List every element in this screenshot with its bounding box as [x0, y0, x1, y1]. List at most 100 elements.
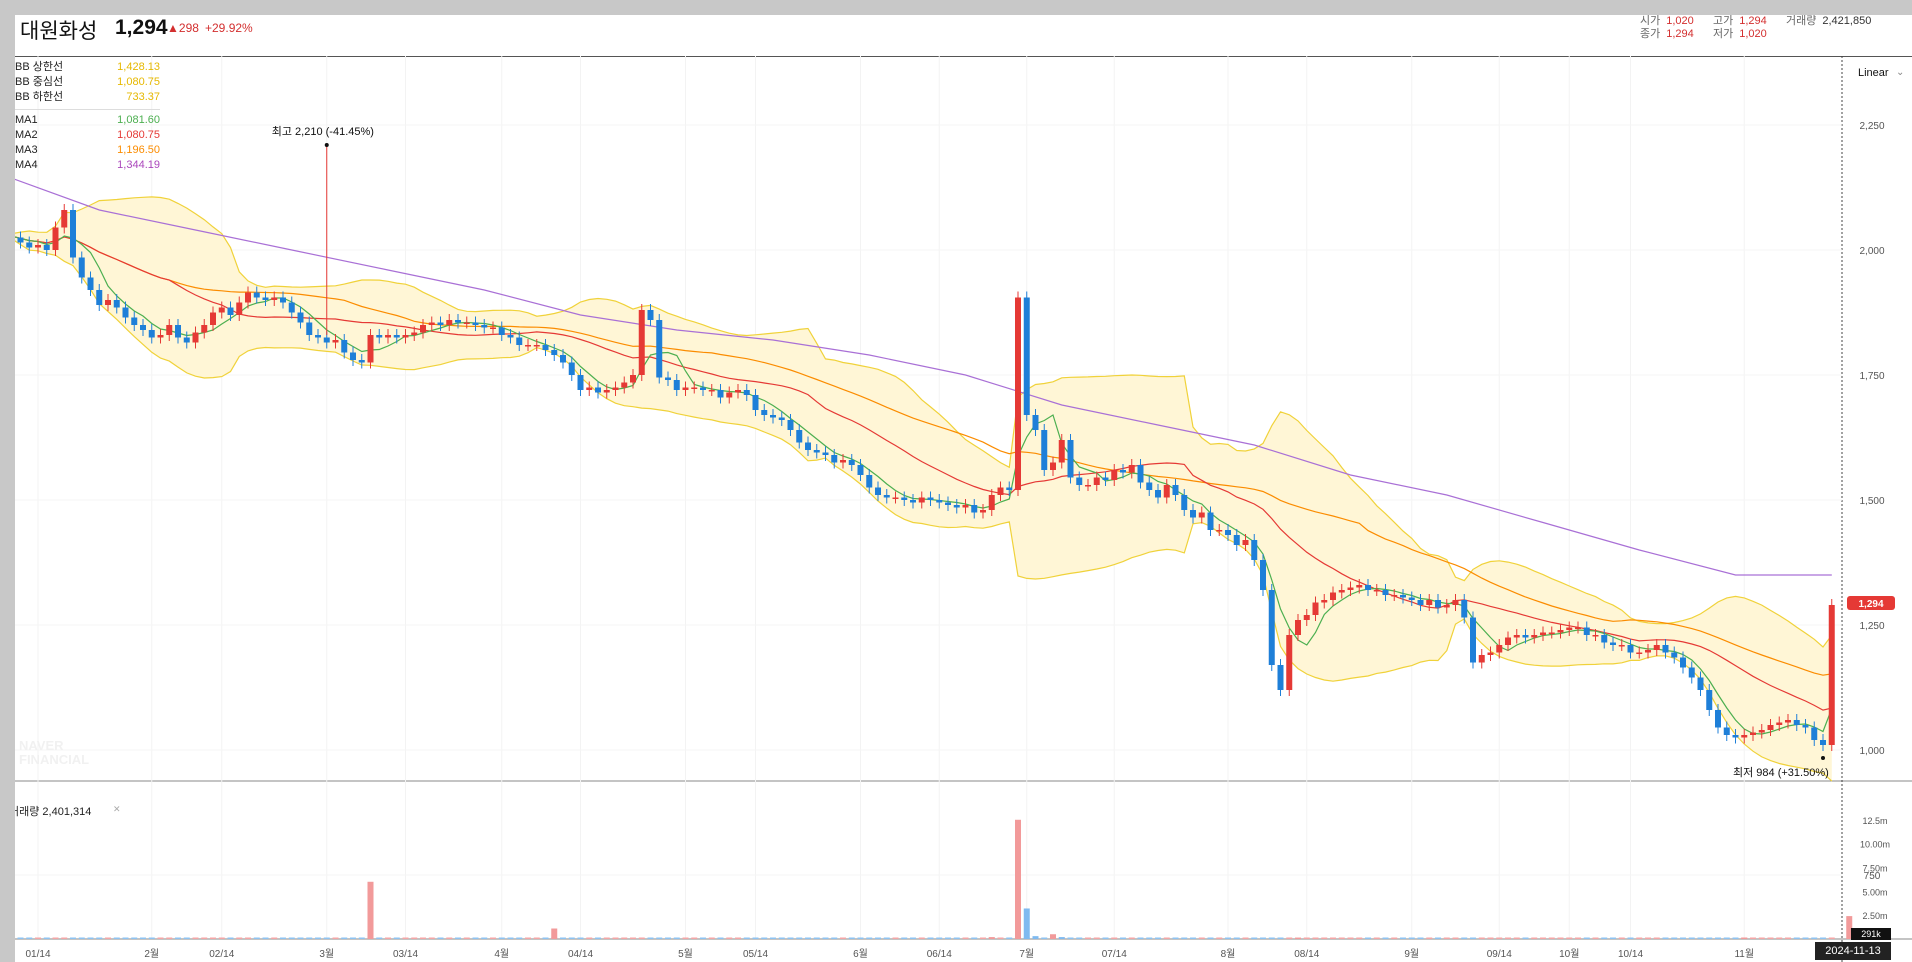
- volume-bar: [1776, 937, 1783, 939]
- volume-bar: [1058, 937, 1065, 939]
- volume-bar: [796, 937, 803, 939]
- volume-bar: [306, 937, 313, 939]
- candle-body: [533, 345, 540, 347]
- volume-bar: [673, 937, 680, 939]
- candle-body: [481, 325, 488, 328]
- volume-bar: [490, 937, 496, 939]
- candle-body: [402, 335, 409, 338]
- candle-body: [761, 410, 768, 415]
- volume-bar: [910, 937, 916, 939]
- candle: [1268, 584, 1275, 671]
- candle-body: [1548, 632, 1555, 634]
- candle: [70, 204, 76, 264]
- volume-bar: [52, 937, 59, 939]
- candle-body: [1382, 590, 1389, 595]
- volume-bar: [1750, 937, 1756, 939]
- candle-body: [428, 322, 435, 325]
- scale-mode-select[interactable]: Linear: [1858, 67, 1889, 79]
- legend-bb-middle: BB 중심선 1,080.75: [15, 76, 160, 88]
- candle-body: [446, 320, 453, 325]
- candle-body: [1793, 720, 1800, 725]
- candle-body: [122, 307, 129, 318]
- candle-body: [1295, 620, 1301, 635]
- candle-body: [1312, 602, 1319, 615]
- candle-body: [26, 242, 33, 248]
- candle-body: [743, 390, 750, 395]
- volume-bar: [1557, 937, 1564, 939]
- volume-label: 거래량 2,401,314: [15, 806, 92, 818]
- candle-body: [183, 337, 190, 343]
- candle-body: [1645, 650, 1651, 653]
- chevron-down-icon[interactable]: ⌄: [1896, 67, 1904, 78]
- candle-body: [236, 302, 243, 315]
- candle-body: [1522, 635, 1529, 638]
- volume-bar: [883, 937, 890, 939]
- volume-bar: [665, 937, 671, 939]
- high-annotation: 최고 2,210 (-41.45%): [272, 125, 374, 138]
- volume-bar: [113, 937, 120, 939]
- volume-bar: [971, 937, 978, 939]
- candle-body: [1505, 637, 1511, 645]
- candle-body: [577, 375, 584, 390]
- volume-bar: [735, 937, 741, 939]
- volume-bar: [787, 937, 794, 939]
- candle-body: [805, 442, 811, 450]
- candle-body: [560, 355, 566, 363]
- candle-body: [1671, 652, 1678, 658]
- candle-body: [1146, 482, 1153, 490]
- candle: [1828, 599, 1835, 751]
- candlestick-chart[interactable]: 최고 2,210 (-41.45%)최저 984 (+31.50%)7501,0…: [15, 15, 1912, 962]
- volume-bar: [481, 937, 488, 939]
- volume-bar: [367, 881, 374, 939]
- volume-bar: [1653, 937, 1660, 939]
- candle-body: [1286, 635, 1293, 690]
- last-volume-label: 291k: [1861, 929, 1881, 939]
- volume-bar: [1233, 937, 1240, 939]
- high-marker: [324, 143, 329, 147]
- indicator-legend: BB 상한선 1,428.13 BB 중심선 1,080.75 BB 하한선 733.…: [15, 60, 160, 173]
- candle-body: [1828, 605, 1835, 745]
- volume-bar: [1478, 937, 1485, 939]
- candle-body: [87, 277, 94, 290]
- candle-body: [927, 497, 934, 500]
- volume-bar: [1181, 937, 1188, 939]
- volume-bar: [691, 937, 698, 939]
- candle-body: [472, 322, 479, 325]
- volume-bar: [647, 937, 654, 939]
- volume-bar: [1163, 937, 1170, 939]
- close-icon[interactable]: ✕: [113, 804, 121, 815]
- candle-body: [875, 487, 881, 495]
- candle-body: [96, 290, 103, 305]
- candle-body: [1496, 645, 1503, 653]
- y-tick-label: 1,250: [1859, 621, 1884, 632]
- volume-bar: [1513, 937, 1520, 939]
- candle-body: [43, 245, 50, 250]
- volume-bar: [1540, 937, 1546, 939]
- legend-divider: [15, 109, 160, 110]
- volume-bar: [1321, 937, 1328, 939]
- candle-body: [971, 505, 978, 513]
- volume-bar: [700, 937, 706, 939]
- volume-bar: [568, 937, 575, 939]
- volume-bar: [1155, 937, 1161, 939]
- candle-body: [778, 417, 785, 420]
- volume-bar: [1697, 937, 1704, 939]
- candle-body: [988, 495, 995, 510]
- volume-bar: [1645, 937, 1651, 939]
- candle-body: [1225, 530, 1231, 535]
- candle-body: [638, 310, 645, 375]
- volume-bar: [1522, 937, 1529, 939]
- candle-body: [1750, 732, 1756, 735]
- candle-body: [105, 300, 111, 305]
- volume-bar: [323, 937, 330, 939]
- candle-body: [901, 497, 908, 500]
- candle: [1286, 629, 1293, 696]
- volume-bar: [218, 937, 225, 939]
- chart-window: 대원화성 1,294 ▲298 +29.92% 시가 1,020 고가 1,294 …: [15, 15, 1912, 962]
- volume-bar: [105, 937, 111, 939]
- volume-bar: [183, 937, 190, 939]
- candle-body: [918, 497, 925, 503]
- candle-body: [1758, 730, 1765, 733]
- volume-bar: [131, 937, 138, 939]
- x-tick-label: 08/14: [1294, 949, 1319, 960]
